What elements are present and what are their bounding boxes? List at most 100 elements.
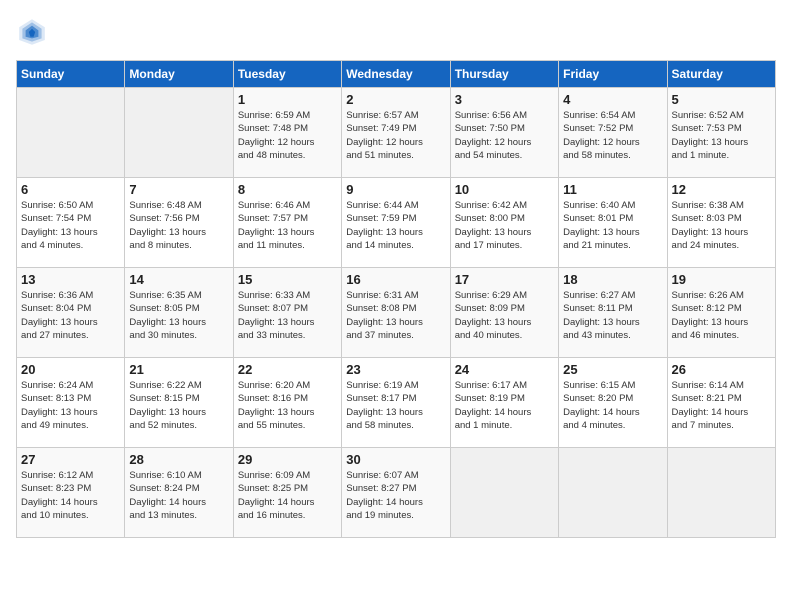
day-info: Sunrise: 6:26 AM Sunset: 8:12 PM Dayligh… [672,289,771,342]
calendar-cell: 16 Sunrise: 6:31 AM Sunset: 8:08 PM Dayli… [342,268,450,358]
day-number: 20 [21,362,120,377]
weekday-header-saturday: Saturday [667,61,775,88]
calendar-week-4: 20 Sunrise: 6:24 AM Sunset: 8:13 PM Dayli… [17,358,776,448]
day-info: Sunrise: 6:14 AM Sunset: 8:21 PM Dayligh… [672,379,771,432]
calendar-cell: 11 Sunrise: 6:40 AM Sunset: 8:01 PM Dayli… [559,178,667,268]
day-number: 14 [129,272,228,287]
day-number: 2 [346,92,445,107]
day-info: Sunrise: 6:29 AM Sunset: 8:09 PM Dayligh… [455,289,554,342]
calendar-cell: 9 Sunrise: 6:44 AM Sunset: 7:59 PM Daylig… [342,178,450,268]
day-info: Sunrise: 6:40 AM Sunset: 8:01 PM Dayligh… [563,199,662,252]
calendar-cell: 2Sunrise: 6:57 AM Sunset: 7:49 PM Daylig… [342,88,450,178]
calendar-cell: 27 Sunrise: 6:12 AM Sunset: 8:23 PM Dayli… [17,448,125,538]
calendar-cell: 26 Sunrise: 6:14 AM Sunset: 8:21 PM Dayli… [667,358,775,448]
calendar-week-1: 1 Sunrise: 6:59 AM Sunset: 7:48 PM Daylig… [17,88,776,178]
day-info: Sunrise: 6:24 AM Sunset: 8:13 PM Dayligh… [21,379,120,432]
day-info: Sunrise: 6:52 AM Sunset: 7:53 PM Dayligh… [672,109,771,162]
day-number: 8 [238,182,337,197]
day-info: Sunrise: 6:59 AM Sunset: 7:48 PM Dayligh… [238,109,337,162]
calendar-cell: 15 Sunrise: 6:33 AM Sunset: 8:07 PM Dayli… [233,268,341,358]
day-info: Sunrise: 6:48 AM Sunset: 7:56 PM Dayligh… [129,199,228,252]
day-info: Sunrise: 6:35 AM Sunset: 8:05 PM Dayligh… [129,289,228,342]
weekday-header-monday: Monday [125,61,233,88]
weekday-header-friday: Friday [559,61,667,88]
day-number: 3 [455,92,554,107]
day-number: 15 [238,272,337,287]
weekday-header-thursday: Thursday [450,61,558,88]
calendar-cell: 6 Sunrise: 6:50 AM Sunset: 7:54 PM Daylig… [17,178,125,268]
calendar-cell: 13 Sunrise: 6:36 AM Sunset: 8:04 PM Dayli… [17,268,125,358]
day-number: 22 [238,362,337,377]
day-info: Sunrise: 6:12 AM Sunset: 8:23 PM Dayligh… [21,469,120,522]
day-number: 18 [563,272,662,287]
calendar-cell [450,448,558,538]
day-number: 13 [21,272,120,287]
day-info: Sunrise: 6:27 AM Sunset: 8:11 PM Dayligh… [563,289,662,342]
calendar-cell: 8 Sunrise: 6:46 AM Sunset: 7:57 PM Daylig… [233,178,341,268]
day-number: 21 [129,362,228,377]
calendar-week-2: 6 Sunrise: 6:50 AM Sunset: 7:54 PM Daylig… [17,178,776,268]
calendar-cell: 17 Sunrise: 6:29 AM Sunset: 8:09 PM Dayli… [450,268,558,358]
day-number: 29 [238,452,337,467]
day-info: Sunrise: 6:07 AM Sunset: 8:27 PM Dayligh… [346,469,445,522]
calendar-cell: 28 Sunrise: 6:10 AM Sunset: 8:24 PM Dayli… [125,448,233,538]
calendar-cell: 7Sunrise: 6:48 AM Sunset: 7:56 PM Daylig… [125,178,233,268]
calendar-cell [125,88,233,178]
calendar-cell: 1 Sunrise: 6:59 AM Sunset: 7:48 PM Daylig… [233,88,341,178]
calendar-cell: 25 Sunrise: 6:15 AM Sunset: 8:20 PM Dayli… [559,358,667,448]
day-info: Sunrise: 6:36 AM Sunset: 8:04 PM Dayligh… [21,289,120,342]
calendar-cell: 18 Sunrise: 6:27 AM Sunset: 8:11 PM Dayli… [559,268,667,358]
calendar-cell [17,88,125,178]
calendar-week-5: 27 Sunrise: 6:12 AM Sunset: 8:23 PM Dayli… [17,448,776,538]
day-info: Sunrise: 6:44 AM Sunset: 7:59 PM Dayligh… [346,199,445,252]
calendar-cell: 5 Sunrise: 6:52 AM Sunset: 7:53 PM Daylig… [667,88,775,178]
logo-icon [16,16,48,48]
calendar-cell: 29Sunrise: 6:09 AM Sunset: 8:25 PM Dayli… [233,448,341,538]
day-number: 10 [455,182,554,197]
day-number: 19 [672,272,771,287]
day-number: 11 [563,182,662,197]
day-info: Sunrise: 6:22 AM Sunset: 8:15 PM Dayligh… [129,379,228,432]
calendar-cell: 3 Sunrise: 6:56 AM Sunset: 7:50 PM Daylig… [450,88,558,178]
day-info: Sunrise: 6:19 AM Sunset: 8:17 PM Dayligh… [346,379,445,432]
day-number: 27 [21,452,120,467]
day-info: Sunrise: 6:56 AM Sunset: 7:50 PM Dayligh… [455,109,554,162]
calendar-table: SundayMondayTuesdayWednesdayThursdayFrid… [16,60,776,538]
day-info: Sunrise: 6:33 AM Sunset: 8:07 PM Dayligh… [238,289,337,342]
day-info: Sunrise: 6:38 AM Sunset: 8:03 PM Dayligh… [672,199,771,252]
day-number: 23 [346,362,445,377]
day-number: 12 [672,182,771,197]
day-number: 6 [21,182,120,197]
day-info: Sunrise: 6:54 AM Sunset: 7:52 PM Dayligh… [563,109,662,162]
calendar-cell: 14 Sunrise: 6:35 AM Sunset: 8:05 PM Dayli… [125,268,233,358]
calendar-cell: 19 Sunrise: 6:26 AM Sunset: 8:12 PM Dayli… [667,268,775,358]
day-number: 26 [672,362,771,377]
day-number: 25 [563,362,662,377]
day-info: Sunrise: 6:20 AM Sunset: 8:16 PM Dayligh… [238,379,337,432]
day-number: 16 [346,272,445,287]
calendar-cell: 12 Sunrise: 6:38 AM Sunset: 8:03 PM Dayli… [667,178,775,268]
day-number: 5 [672,92,771,107]
day-number: 9 [346,182,445,197]
day-info: Sunrise: 6:46 AM Sunset: 7:57 PM Dayligh… [238,199,337,252]
day-number: 17 [455,272,554,287]
calendar-week-3: 13 Sunrise: 6:36 AM Sunset: 8:04 PM Dayli… [17,268,776,358]
day-number: 1 [238,92,337,107]
page-header [16,16,776,48]
calendar-cell [559,448,667,538]
calendar-cell: 21 Sunrise: 6:22 AM Sunset: 8:15 PM Dayli… [125,358,233,448]
day-info: Sunrise: 6:15 AM Sunset: 8:20 PM Dayligh… [563,379,662,432]
day-info: Sunrise: 6:50 AM Sunset: 7:54 PM Dayligh… [21,199,120,252]
calendar-cell: 10 Sunrise: 6:42 AM Sunset: 8:00 PM Dayli… [450,178,558,268]
weekday-header-sunday: Sunday [17,61,125,88]
day-info: Sunrise: 6:31 AM Sunset: 8:08 PM Dayligh… [346,289,445,342]
calendar-cell [667,448,775,538]
day-info: Sunrise: 6:10 AM Sunset: 8:24 PM Dayligh… [129,469,228,522]
calendar-cell: 30 Sunrise: 6:07 AM Sunset: 8:27 PM Dayli… [342,448,450,538]
day-info: Sunrise: 6:42 AM Sunset: 8:00 PM Dayligh… [455,199,554,252]
day-number: 28 [129,452,228,467]
logo [16,16,52,48]
weekday-header-tuesday: Tuesday [233,61,341,88]
day-number: 30 [346,452,445,467]
day-number: 4 [563,92,662,107]
